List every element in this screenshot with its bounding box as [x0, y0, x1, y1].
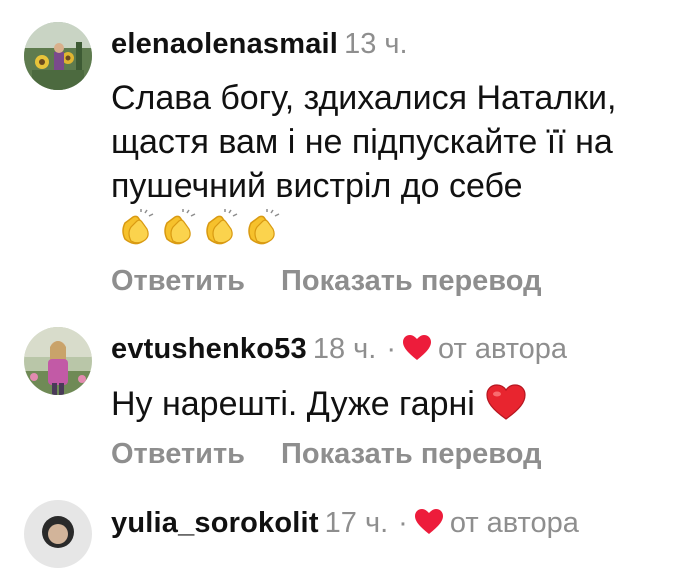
comment-body: Слава богу, здихалися Наталки, щастя вам…: [111, 79, 617, 205]
liked-by-author-label: от автора: [449, 507, 579, 539]
heart-icon: [402, 335, 431, 360]
avatar-image: [24, 500, 92, 568]
clapping-hands-icon: [248, 209, 280, 245]
clapping-hands-emoji-group: [115, 209, 283, 260]
username[interactable]: elenaolenasmail: [111, 28, 338, 60]
show-translation-button[interactable]: Показать перевод: [281, 438, 541, 470]
timestamp: 18 ч.: [312, 333, 377, 365]
comment-text: Ну нарешті. Дуже гарні: [111, 382, 691, 426]
clapping-hands-icon: [164, 209, 196, 245]
comment-header: evtushenko53 18 ч. · от автора: [111, 331, 567, 367]
clapping-hands-icon: [206, 209, 238, 245]
avatar-image: [24, 22, 92, 90]
comment-header: elenaolenasmail 13 ч.: [111, 26, 408, 62]
comment-header: yulia_sorokolit 17 ч. · от автора: [111, 505, 579, 541]
reply-button[interactable]: Ответить: [111, 265, 245, 297]
username[interactable]: yulia_sorokolit: [111, 507, 319, 539]
comment-actions: Ответить Показать перевод: [111, 436, 542, 472]
comment-body: Ну нарешті. Дуже гарні: [111, 385, 475, 423]
timestamp: 13 ч.: [344, 28, 408, 60]
comment-text: Слава богу, здихалися Наталки, щастя вам…: [111, 76, 691, 260]
timestamp: 17 ч.: [324, 507, 389, 539]
clapping-hands-icon: [122, 209, 154, 245]
reply-button[interactable]: Ответить: [111, 438, 245, 470]
avatar[interactable]: [24, 327, 92, 395]
separator-dot: ·: [398, 507, 408, 539]
show-translation-button[interactable]: Показать перевод: [281, 265, 541, 297]
red-heart-emoji-icon: [486, 384, 526, 420]
comment-actions: Ответить Показать перевод: [111, 263, 542, 299]
liked-by-author-label: от автора: [437, 333, 568, 365]
separator-dot: ·: [386, 333, 396, 365]
avatar[interactable]: [24, 500, 92, 568]
username[interactable]: evtushenko53: [111, 333, 307, 365]
heart-icon: [414, 509, 443, 534]
avatar[interactable]: [24, 22, 92, 90]
avatar-image: [24, 327, 92, 395]
